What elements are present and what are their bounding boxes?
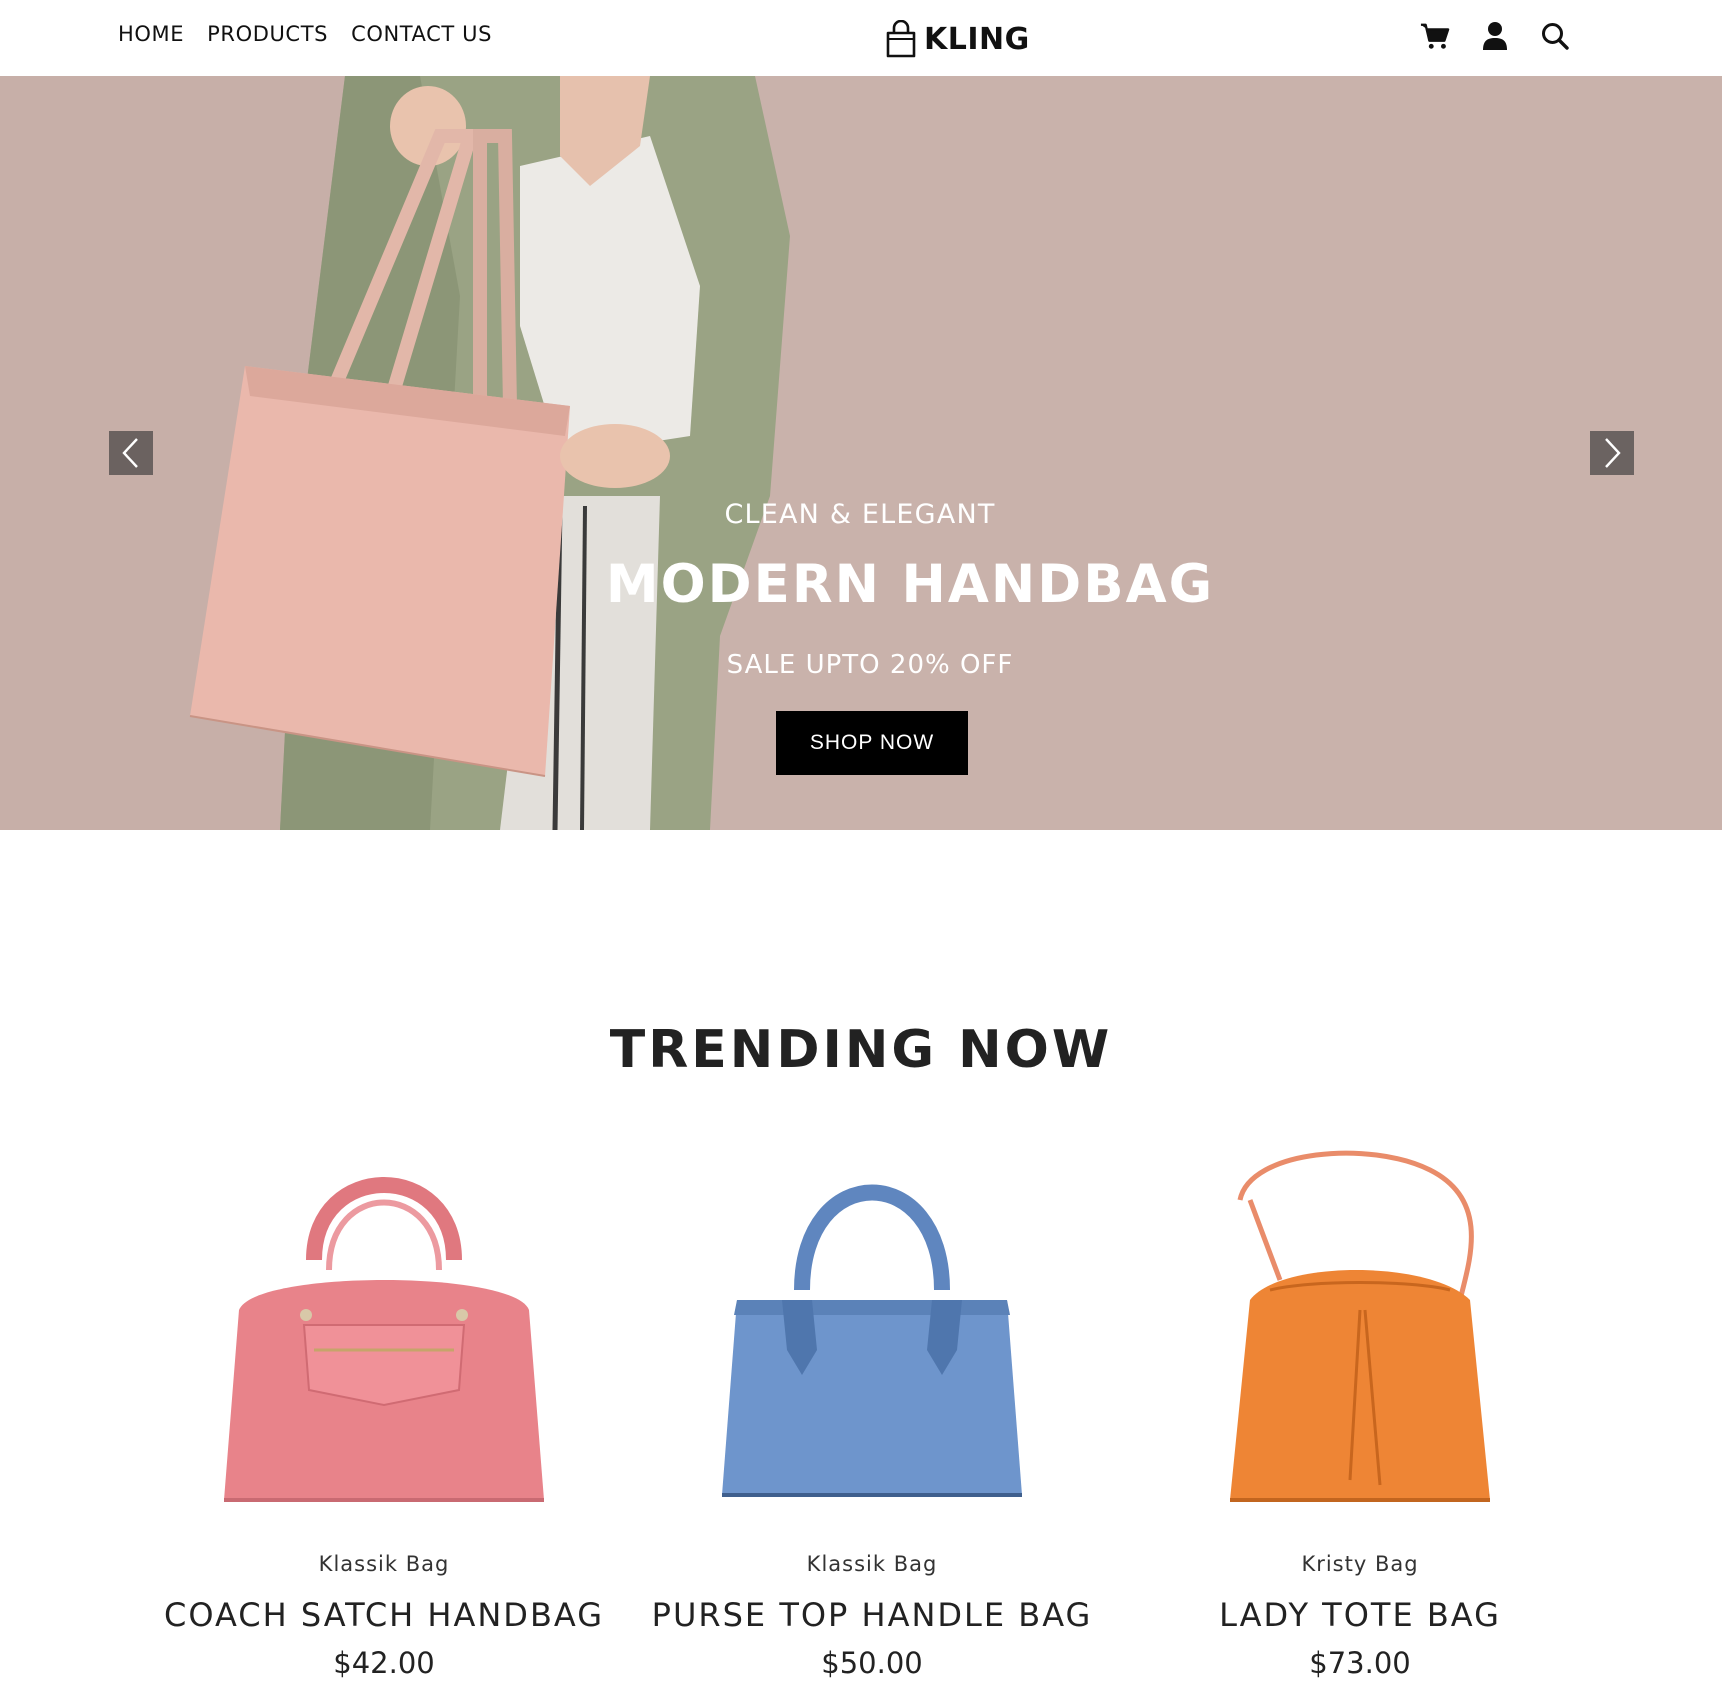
product-price: $42.00: [333, 1646, 435, 1680]
product-brand: Kristy Bag: [1301, 1552, 1419, 1576]
shopping-bag-icon: [886, 20, 916, 58]
shop-now-button[interactable]: SHOP NOW: [776, 711, 968, 775]
carousel-prev-button[interactable]: [109, 431, 153, 475]
trending-title: TRENDING NOW: [609, 1020, 1113, 1080]
carousel-next-button[interactable]: [1590, 431, 1634, 475]
product-image-orange-bucket-bag: [1230, 1150, 1490, 1502]
chevron-left-icon: [122, 438, 138, 468]
nav-contact-us[interactable]: CONTACT US: [351, 22, 492, 46]
site-header: HOME PRODUCTS CONTACT US KLING: [0, 0, 1722, 76]
cart-icon[interactable]: [1420, 20, 1450, 52]
hero-eyebrow: CLEAN & ELEGANT: [724, 499, 996, 530]
header-actions: [1420, 20, 1570, 52]
product-image-pink-satchel: [224, 1177, 544, 1502]
product-image-blue-handbag: [722, 1184, 1022, 1497]
product-name[interactable]: PURSE TOP HANDLE BAG: [642, 1596, 1102, 1634]
product-name[interactable]: LADY TOTE BAG: [1130, 1596, 1590, 1634]
product-card[interactable]: Kristy Bag LADY TOTE BAG $73.00: [1130, 1140, 1590, 1680]
site-logo[interactable]: KLING: [884, 20, 1030, 58]
nav-products[interactable]: PRODUCTS: [207, 22, 328, 46]
logo-text: KLING: [924, 21, 1030, 57]
user-icon[interactable]: [1480, 20, 1510, 52]
hero-title: MODERN HANDBAG: [605, 554, 1215, 615]
search-icon[interactable]: [1540, 20, 1570, 52]
product-card[interactable]: Klassik Bag COACH SATCH HANDBAG $42.00: [154, 1140, 614, 1680]
product-card[interactable]: Klassik Bag PURSE TOP HANDLE BAG $50.00: [642, 1140, 1102, 1680]
product-brand: Klassik Bag: [806, 1552, 938, 1576]
hero-banner: CLEAN & ELEGANT MODERN HANDBAG SALE UPTO…: [0, 76, 1722, 830]
hero-sale-text: SALE UPTO 20% OFF: [726, 650, 1014, 680]
chevron-right-icon: [1605, 438, 1621, 468]
main-nav: HOME PRODUCTS CONTACT US: [118, 22, 492, 46]
nav-home[interactable]: HOME: [118, 22, 184, 46]
product-brand: Klassik Bag: [318, 1552, 450, 1576]
product-name[interactable]: COACH SATCH HANDBAG: [154, 1596, 614, 1634]
product-price: $50.00: [821, 1646, 923, 1680]
product-price: $73.00: [1309, 1646, 1411, 1680]
